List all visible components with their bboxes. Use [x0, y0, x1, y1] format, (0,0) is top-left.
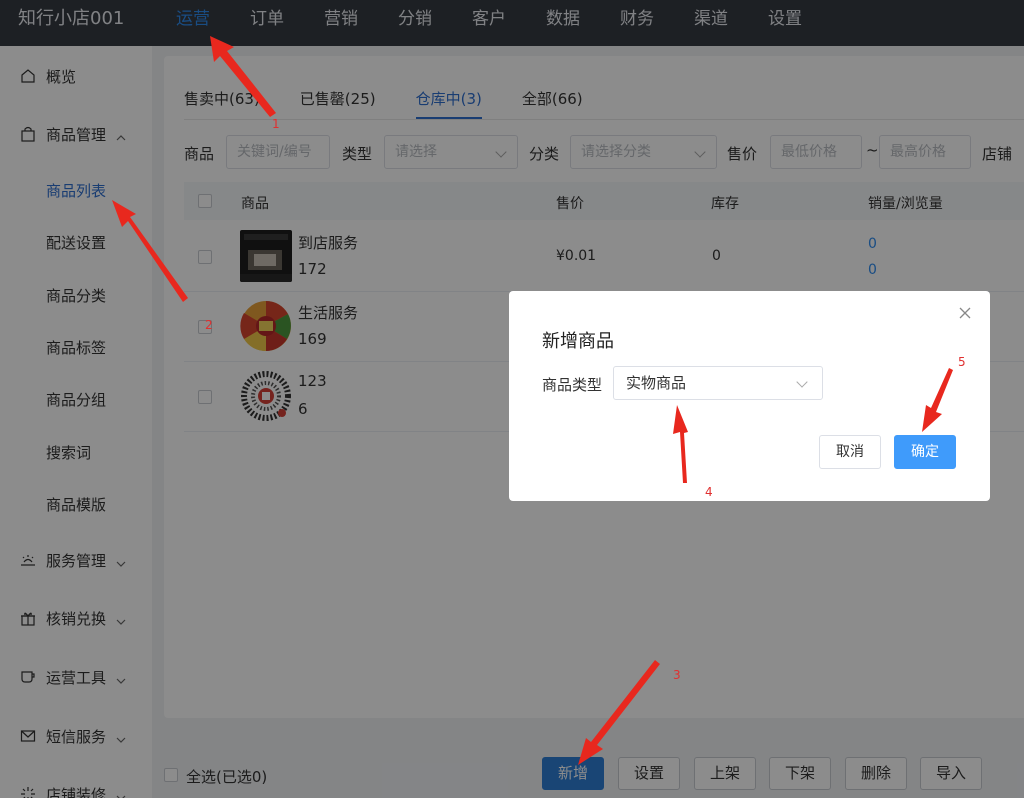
annotation-number-3: 3	[673, 668, 681, 682]
annotation-number-2: 2	[205, 318, 213, 332]
product-type-label: 商品类型	[542, 376, 603, 394]
annotation-number-1: 1	[272, 117, 280, 131]
product-type-select[interactable]: 实物商品	[613, 366, 823, 400]
product-type-value: 实物商品	[626, 374, 687, 392]
chevron-down-icon	[796, 376, 808, 388]
dialog-title: 新增商品	[542, 331, 614, 352]
annotation-number-4: 4	[705, 485, 713, 499]
add-product-dialog: 新增商品 商品类型 实物商品 取消 确定	[509, 291, 990, 501]
close-icon[interactable]	[958, 305, 972, 319]
annotation-number-5: 5	[958, 355, 966, 369]
confirm-button[interactable]: 确定	[894, 435, 956, 469]
cancel-button[interactable]: 取消	[819, 435, 881, 469]
app: 知行小店001 运营 订单 营销 分销 客户 数据 财务 渠道 设置 概览 商品…	[0, 0, 1024, 798]
